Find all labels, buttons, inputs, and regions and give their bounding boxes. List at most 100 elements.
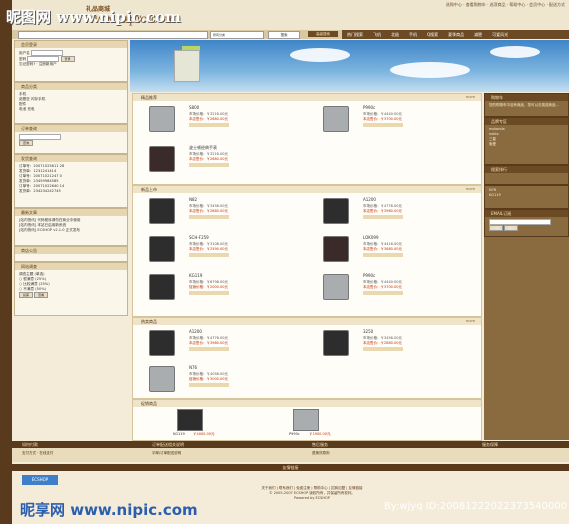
banner[interactable] [130, 40, 569, 92]
product-card[interactable]: S800 市场价格：￥3216.00元 本店售价：￥2680.00元 [137, 104, 307, 134]
shop-price: 本店售价：￥3980.00元 [363, 209, 402, 213]
login-button[interactable]: 登录 [60, 56, 75, 62]
product-image[interactable] [323, 236, 349, 262]
search-input[interactable] [18, 31, 208, 39]
product-image[interactable] [149, 106, 175, 132]
product-name[interactable]: S800 [189, 105, 199, 110]
category-select[interactable]: 所有分类 [210, 31, 264, 39]
nav-item[interactable]: 飞机 [368, 30, 386, 39]
product-image[interactable] [149, 146, 175, 172]
product-name[interactable]: SCH-F259 [189, 235, 209, 240]
product-image[interactable] [149, 198, 175, 224]
more-link[interactable]: more [466, 94, 475, 101]
nav-item[interactable]: 可爱风光 [487, 30, 513, 39]
product-card[interactable]: P990c 市场价格：￥4440.00元 本店售价：￥3700.00元 [311, 272, 481, 302]
login-links[interactable]: 忘记密码? · 注册新用户 [19, 62, 123, 67]
main-content: 精品推荐 more S800 市场价格：￥3216.00元 本店售价：￥2680.00… [130, 93, 482, 441]
product-name[interactable]: LOK099 [363, 235, 379, 240]
buy-buttons[interactable] [363, 123, 403, 127]
footer-link[interactable]: 支付方式 · 在线支付 [22, 451, 53, 456]
ecshop-logo[interactable]: ECSHOP [22, 475, 58, 485]
product-image[interactable] [323, 198, 349, 224]
product-image[interactable] [323, 274, 349, 300]
footer-link[interactable]: 退换货原则 [312, 451, 330, 456]
buy-buttons[interactable] [363, 347, 403, 351]
buy-buttons[interactable] [189, 123, 229, 127]
nav-item[interactable]: 夏季商品 [443, 30, 469, 39]
more-link[interactable]: more [466, 186, 475, 193]
password-label: 密码 [19, 57, 27, 61]
buy-buttons[interactable] [189, 215, 229, 219]
subscribe-button[interactable]: 订阅 [489, 225, 504, 231]
vote-button[interactable]: 投票 [19, 292, 34, 298]
shop-price: 本店售价：￥2880.00元 [363, 341, 402, 345]
shop-price: 本店售价：￥2680.00元 [189, 117, 228, 121]
product-name[interactable]: N82 [189, 197, 197, 202]
rank-item[interactable]: KG119 [489, 193, 564, 198]
product-name[interactable]: A1200 [189, 329, 202, 334]
search-button[interactable]: 搜索 [268, 31, 300, 39]
product-card[interactable]: KG119 市场价格：￥6798.00元 促销价格：￥2000.00元 [137, 272, 307, 302]
footer-link[interactable]: 平邮/订单配送说明 [152, 451, 181, 456]
order-query-button[interactable]: 查询 [19, 140, 34, 146]
best-title-text: 精品推荐 [141, 95, 157, 100]
product-image[interactable] [323, 330, 349, 356]
product-image[interactable] [149, 236, 175, 262]
more-link[interactable]: more [466, 318, 475, 325]
product-card[interactable]: SCH-F259 市场价格：￥3108.00元 本店售价：￥2590.00元 [137, 234, 307, 264]
buy-buttons[interactable] [363, 215, 403, 219]
product-card[interactable]: N76 市场价格：￥4056.00元 促销价格：￥3000.00元 [137, 364, 307, 394]
product-name[interactable]: P990c [363, 273, 375, 278]
radio-icon[interactable]: ○ [19, 282, 22, 286]
promo-name[interactable]: KG119 [173, 432, 185, 436]
category-item[interactable]: 电池 充电 [19, 107, 123, 112]
buy-buttons[interactable] [189, 347, 229, 351]
product-card[interactable]: N82 市场价格：￥3456.00元 本店售价：￥2880.00元 [137, 196, 307, 226]
product-image[interactable] [177, 409, 203, 431]
new-products-section: 新品上市 more N82 市场价格：￥3456.00元 本店售价：￥2880.00元… [132, 185, 482, 317]
username-label: 用户名 [19, 51, 30, 55]
product-image[interactable] [149, 330, 175, 356]
buy-buttons[interactable] [189, 291, 229, 295]
brand-item[interactable]: 索爱 [489, 142, 564, 147]
nav-item[interactable]: 热门搜索 [342, 30, 368, 39]
best-products-section: 精品推荐 more S800 市场价格：￥3216.00元 本店售价：￥2680.00… [132, 93, 482, 185]
unsubscribe-button[interactable]: 退订 [504, 225, 519, 231]
product-name[interactable]: A1200 [363, 197, 376, 202]
buy-buttons[interactable] [189, 383, 229, 387]
top-links[interactable]: 选购中心 · 查看购物车 · 选项商品 · 帮助中心 · 会员中心 · 配送方式 [446, 2, 565, 8]
radio-icon[interactable]: ○ [19, 287, 22, 291]
news-item[interactable]: [站内快讯] ECSHOP v2.1.0 正式发布 [19, 228, 123, 233]
shop-price: 本店售价：￥2680.00元 [189, 157, 228, 161]
product-card[interactable]: P990c 市场价格：￥4440.00元 本店售价：￥3700.00元 [311, 104, 481, 134]
product-image[interactable] [323, 106, 349, 132]
product-image[interactable] [293, 409, 319, 431]
product-name[interactable]: KG119 [189, 273, 202, 278]
view-results-button[interactable]: 查看 [34, 292, 49, 298]
promo-name[interactable]: P990c [289, 432, 300, 436]
product-name[interactable]: 3250 [363, 329, 373, 334]
nav-item[interactable]: 北极 [386, 30, 404, 39]
product-name[interactable]: P990c [363, 105, 375, 110]
buy-buttons[interactable] [363, 291, 403, 295]
product-card[interactable]: A1200 市场价格：￥4776.00元 本店售价：￥3980.00元 [311, 196, 481, 226]
footer-help-links: 支付方式 · 在线支付 平邮/订单配送说明 退换货原则 [12, 448, 569, 462]
product-card[interactable]: LOK099 市场价格：￥4416.00元 本店售价：￥3680.00元 [311, 234, 481, 264]
buy-buttons[interactable] [189, 253, 229, 257]
buy-buttons[interactable] [363, 253, 403, 257]
advanced-search-link[interactable]: 高级搜索 [308, 31, 338, 37]
product-name[interactable]: 波士顿经典手表 [189, 145, 217, 151]
watermark-bottom: 昵享网 www.nipic.com [20, 501, 198, 519]
product-card[interactable]: 3250 市场价格：￥3456.00元 本店售价：￥2880.00元 [311, 328, 481, 358]
product-card[interactable]: A1200 市场价格：￥4776.00元 本店售价：￥3980.00元 [137, 328, 307, 358]
radio-icon[interactable]: ○ [19, 277, 22, 281]
product-name[interactable]: N76 [189, 365, 197, 370]
buy-buttons[interactable] [189, 163, 229, 167]
shop-price: 促销价格：￥3000.00元 [189, 377, 228, 381]
nav-item[interactable]: 减肥 [469, 30, 487, 39]
product-card[interactable]: 波士顿经典手表 市场价格：￥3216.00元 本店售价：￥2680.00元 [137, 144, 307, 174]
product-image[interactable] [149, 366, 175, 392]
nav-item[interactable]: Q搜索 [422, 30, 443, 39]
nav-item[interactable]: 手机 [404, 30, 422, 39]
product-image[interactable] [149, 274, 175, 300]
